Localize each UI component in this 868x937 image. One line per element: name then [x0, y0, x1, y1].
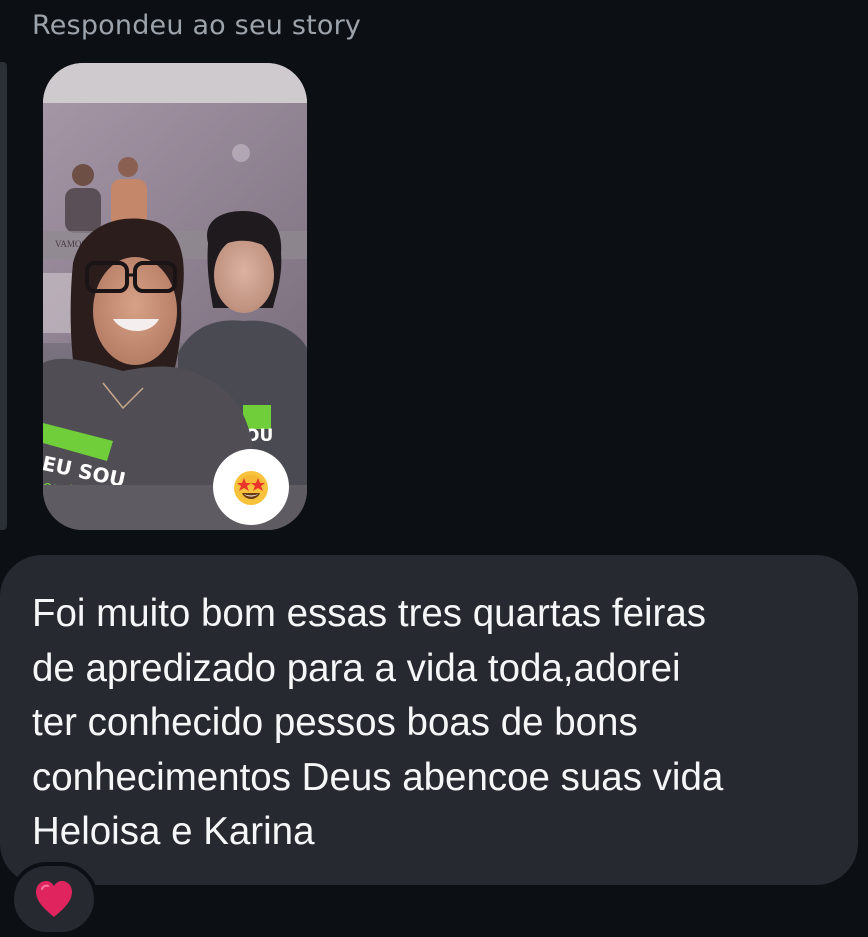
- dm-thread: Respondeu ao seu story VAMOS OU EU SOU F…: [0, 0, 868, 937]
- story-preview[interactable]: VAMOS JO OU EU SOU eu bem: [43, 63, 307, 530]
- star-struck-emoji-icon: [213, 449, 289, 525]
- reply-indicator-bar: [0, 62, 7, 530]
- heart-reaction[interactable]: [10, 862, 98, 936]
- message-bubble[interactable]: Foi muito bom essas tres quartas feiras …: [0, 555, 858, 885]
- story-reply-caption: Respondeu ao seu story: [32, 10, 362, 41]
- red-heart-icon: [36, 881, 72, 917]
- message-text: Foi muito bom essas tres quartas feiras …: [32, 592, 724, 853]
